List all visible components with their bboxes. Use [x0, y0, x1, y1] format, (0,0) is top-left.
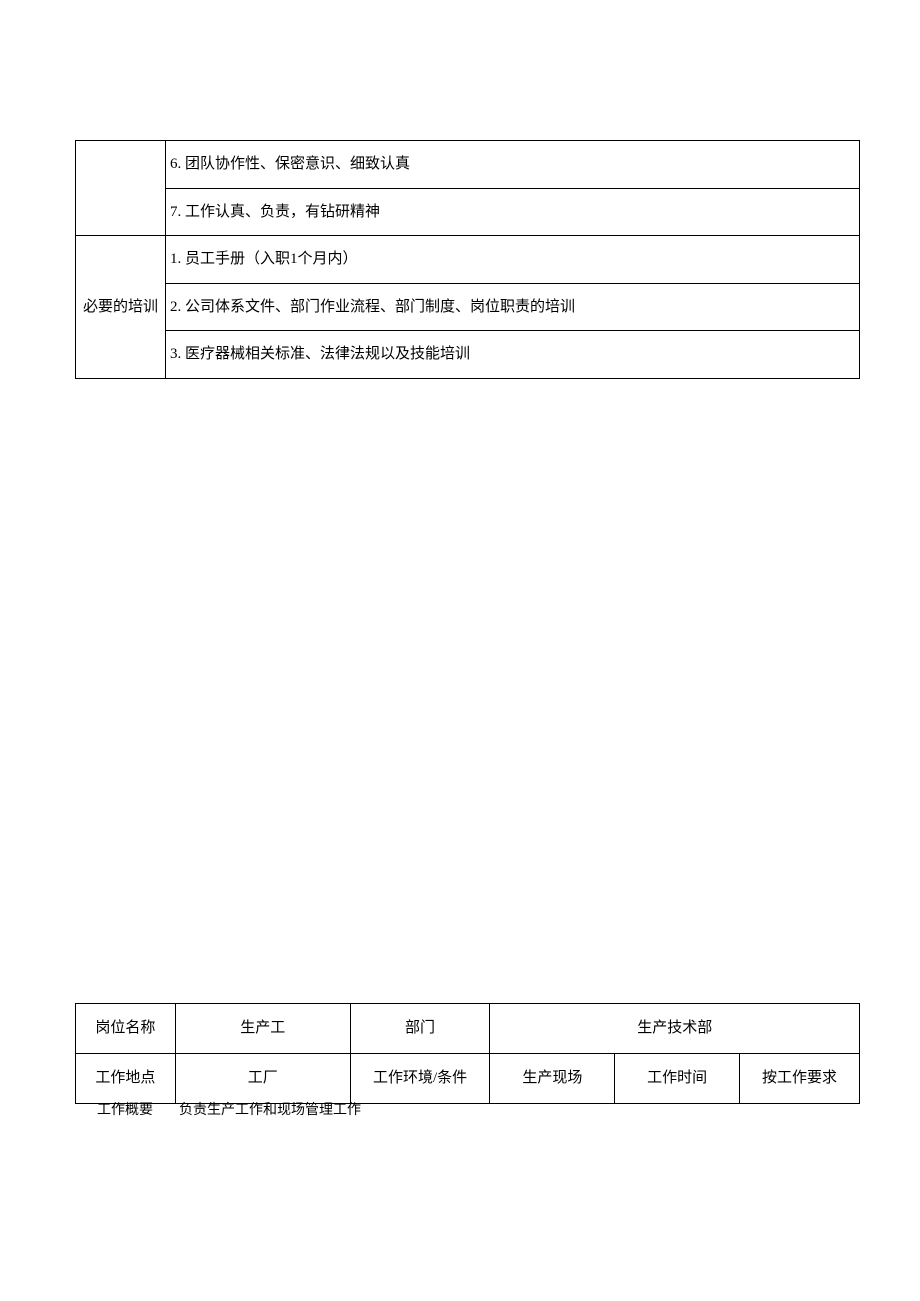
requirement-row-6: 6. 团队协作性、保密意识、细致认真: [166, 141, 860, 189]
training-label: 必要的培训: [76, 236, 166, 379]
empty-label-cell: [76, 141, 166, 236]
work-time-label: 工作时间: [615, 1054, 740, 1104]
department-value: 生产技术部: [490, 1004, 860, 1054]
work-location-label: 工作地点: [76, 1054, 176, 1104]
work-summary-row: 工作概要 负责生产工作和现场管理工作: [75, 1097, 860, 1121]
work-time-value: 按工作要求: [740, 1054, 860, 1104]
training-row-3: 3. 医疗器械相关标准、法律法规以及技能培训: [166, 331, 860, 379]
work-location-value: 工厂: [175, 1054, 350, 1104]
training-row-2: 2. 公司体系文件、部门作业流程、部门制度、岗位职责的培训: [166, 283, 860, 331]
position-name-value: 生产工: [175, 1004, 350, 1054]
work-env-value: 生产现场: [490, 1054, 615, 1104]
position-info-table: 岗位名称 生产工 部门 生产技术部 工作地点 工厂 工作环境/条件 生产现场 工…: [75, 1003, 860, 1104]
work-env-label: 工作环境/条件: [350, 1054, 490, 1104]
work-summary-label: 工作概要: [75, 1097, 175, 1121]
department-label: 部门: [350, 1004, 490, 1054]
requirements-table: 6. 团队协作性、保密意识、细致认真 7. 工作认真、负责，有钻研精神 必要的培…: [75, 140, 860, 379]
training-row-1: 1. 员工手册（入职1个月内）: [166, 236, 860, 284]
requirement-row-7: 7. 工作认真、负责，有钻研精神: [166, 188, 860, 236]
work-summary-value: 负责生产工作和现场管理工作: [175, 1097, 365, 1121]
position-name-label: 岗位名称: [76, 1004, 176, 1054]
